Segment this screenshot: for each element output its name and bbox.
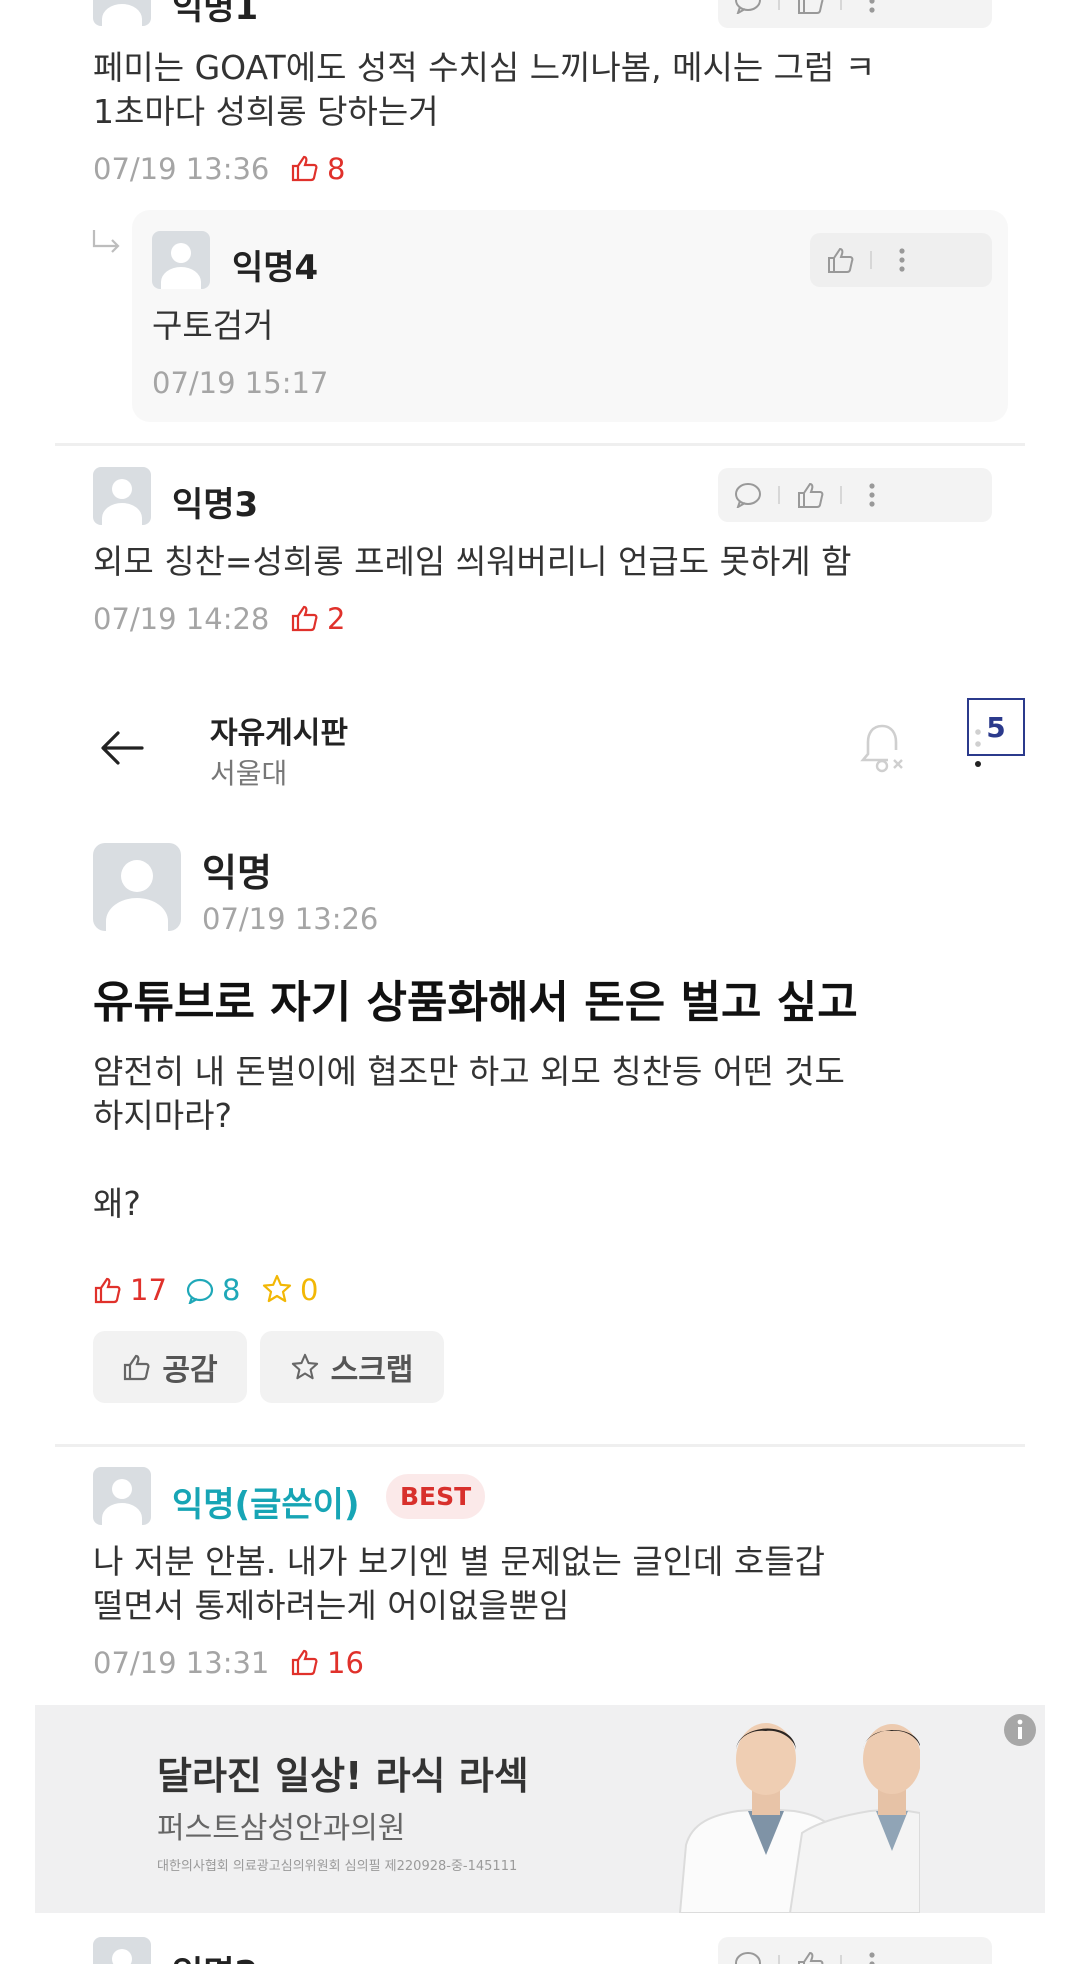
thumbs-up-icon [291, 605, 318, 632]
info-icon[interactable] [1003, 1713, 1037, 1747]
board-title: 자유게시판 [210, 716, 348, 751]
notification-off-icon[interactable] [858, 722, 906, 774]
avatar [152, 231, 210, 289]
reply-button[interactable] [718, 1937, 778, 1964]
thumbs-up-icon [798, 1951, 824, 1964]
post-author-avatar [93, 843, 181, 931]
ad-clinic-name: 퍼스트삼성안과의원 [157, 1811, 406, 1846]
comment-text: 외모 칭찬=성희롱 프레임 씌워버리니 언급도 못하게 함 [93, 542, 852, 581]
scrap-button[interactable]: 스크랩 [260, 1331, 444, 1403]
ad-headline: 달라진 일상! 라식 라섹 [157, 1754, 529, 1798]
thumbs-up-icon [828, 247, 854, 273]
comment-author: 익명3 [172, 485, 259, 525]
reply-button[interactable] [718, 0, 778, 28]
thumbs-up-icon [124, 1354, 150, 1381]
avatar [93, 0, 151, 26]
like-button[interactable] [810, 233, 870, 287]
star-icon [262, 1274, 292, 1303]
ad-disclaimer: 대한의사협회 의료광고심의위원회 심의필 제220928-중-145111 [157, 1859, 518, 1874]
scrap-label: 스크랩 [330, 1353, 414, 1388]
school-name: 서울대 [210, 757, 288, 790]
comment-author: 익명2 [172, 1946, 258, 1964]
comment-time: 07/19 13:31 [93, 1646, 270, 1680]
speech-bubble-icon [735, 0, 761, 14]
comment-like-count: 2 [327, 602, 346, 636]
ad-banner[interactable]: 달라진 일상! 라식 라섹 퍼스트삼성안과의원 대한의사협회 의료광고심의위원회… [35, 1705, 1045, 1913]
comment-text-line: 나 저분 안봄. 내가 보기엔 별 문제없는 글인데 호들갑 [93, 1542, 825, 1581]
post-comment-count: 8 [222, 1273, 241, 1307]
comment-text-line: 떨면서 통제하려는게 어이없을뿐임 [93, 1586, 570, 1625]
more-button[interactable] [842, 1937, 902, 1964]
divider [55, 443, 1025, 446]
post-body-line: 얌전히 내 돈벌이에 협조만 하고 외모 칭찬등 어떤 것도 [93, 1052, 845, 1091]
like-post-label: 공감 [162, 1353, 218, 1388]
post-author: 익명 [202, 851, 272, 895]
thumbs-up-icon [94, 1277, 121, 1304]
reply-text: 구토검거 [152, 306, 274, 345]
best-badge: BEST [386, 1474, 486, 1519]
thumbs-up-icon [798, 482, 824, 508]
doctor-photo [678, 1723, 920, 1913]
reply-author: 익명4 [232, 248, 319, 288]
post-like-count: 17 [130, 1273, 167, 1307]
thumbs-up-icon [291, 1649, 318, 1676]
more-button[interactable] [842, 0, 902, 28]
post-scrap-count: 0 [300, 1273, 319, 1307]
comment-author: 익명(글쓴이) [172, 1485, 360, 1525]
reply-actions [810, 233, 992, 287]
comment-time: 07/19 14:28 [93, 602, 270, 636]
more-vertical-icon [869, 1952, 875, 1964]
page-badge-number: 5 [986, 710, 1006, 744]
post-time: 07/19 13:26 [202, 902, 379, 936]
more-button[interactable] [842, 468, 902, 522]
speech-bubble-icon [186, 1278, 214, 1304]
more-button[interactable] [872, 233, 932, 287]
more-vertical-icon[interactable] [973, 726, 983, 770]
speech-bubble-icon [735, 1952, 761, 1964]
speech-bubble-icon [735, 483, 761, 508]
post-body-line: 하지마라? [93, 1096, 232, 1135]
thumbs-up-icon [798, 0, 824, 14]
like-button[interactable] [780, 468, 840, 522]
thumbs-up-icon [291, 155, 318, 182]
divider [55, 1444, 1025, 1447]
avatar [93, 1937, 151, 1964]
more-vertical-icon [869, 0, 875, 13]
comment-time: 07/19 13:36 [93, 152, 270, 186]
avatar [93, 1467, 151, 1525]
comment-like-count: 16 [327, 1646, 364, 1680]
post-body-line: 왜? [93, 1184, 141, 1223]
like-post-button[interactable]: 공감 [93, 1331, 247, 1403]
more-vertical-icon [899, 248, 905, 272]
post-title: 유튜브로 자기 상품화해서 돈은 벌고 싶고 [93, 977, 858, 1028]
comment-text-line: 1초마다 성희롱 당하는거 [93, 92, 439, 131]
comment-actions [718, 0, 992, 28]
comment-text-line: 페미는 GOAT에도 성적 수치심 느끼나봄, 메시는 그럼 ㅋ [93, 48, 876, 87]
reply-arrow-icon [92, 230, 120, 253]
comment-actions [718, 468, 992, 522]
like-button[interactable] [780, 0, 840, 28]
comment-like-count: 8 [327, 152, 346, 186]
more-vertical-icon [869, 483, 875, 507]
avatar [93, 467, 151, 525]
back-arrow-icon[interactable] [100, 730, 144, 766]
like-button[interactable] [780, 1937, 840, 1964]
reply-button[interactable] [718, 468, 778, 522]
comment-author: 익명1 [172, 0, 259, 28]
comment-actions [718, 1937, 992, 1964]
reply-time: 07/19 15:17 [152, 366, 329, 400]
star-icon [291, 1353, 318, 1380]
